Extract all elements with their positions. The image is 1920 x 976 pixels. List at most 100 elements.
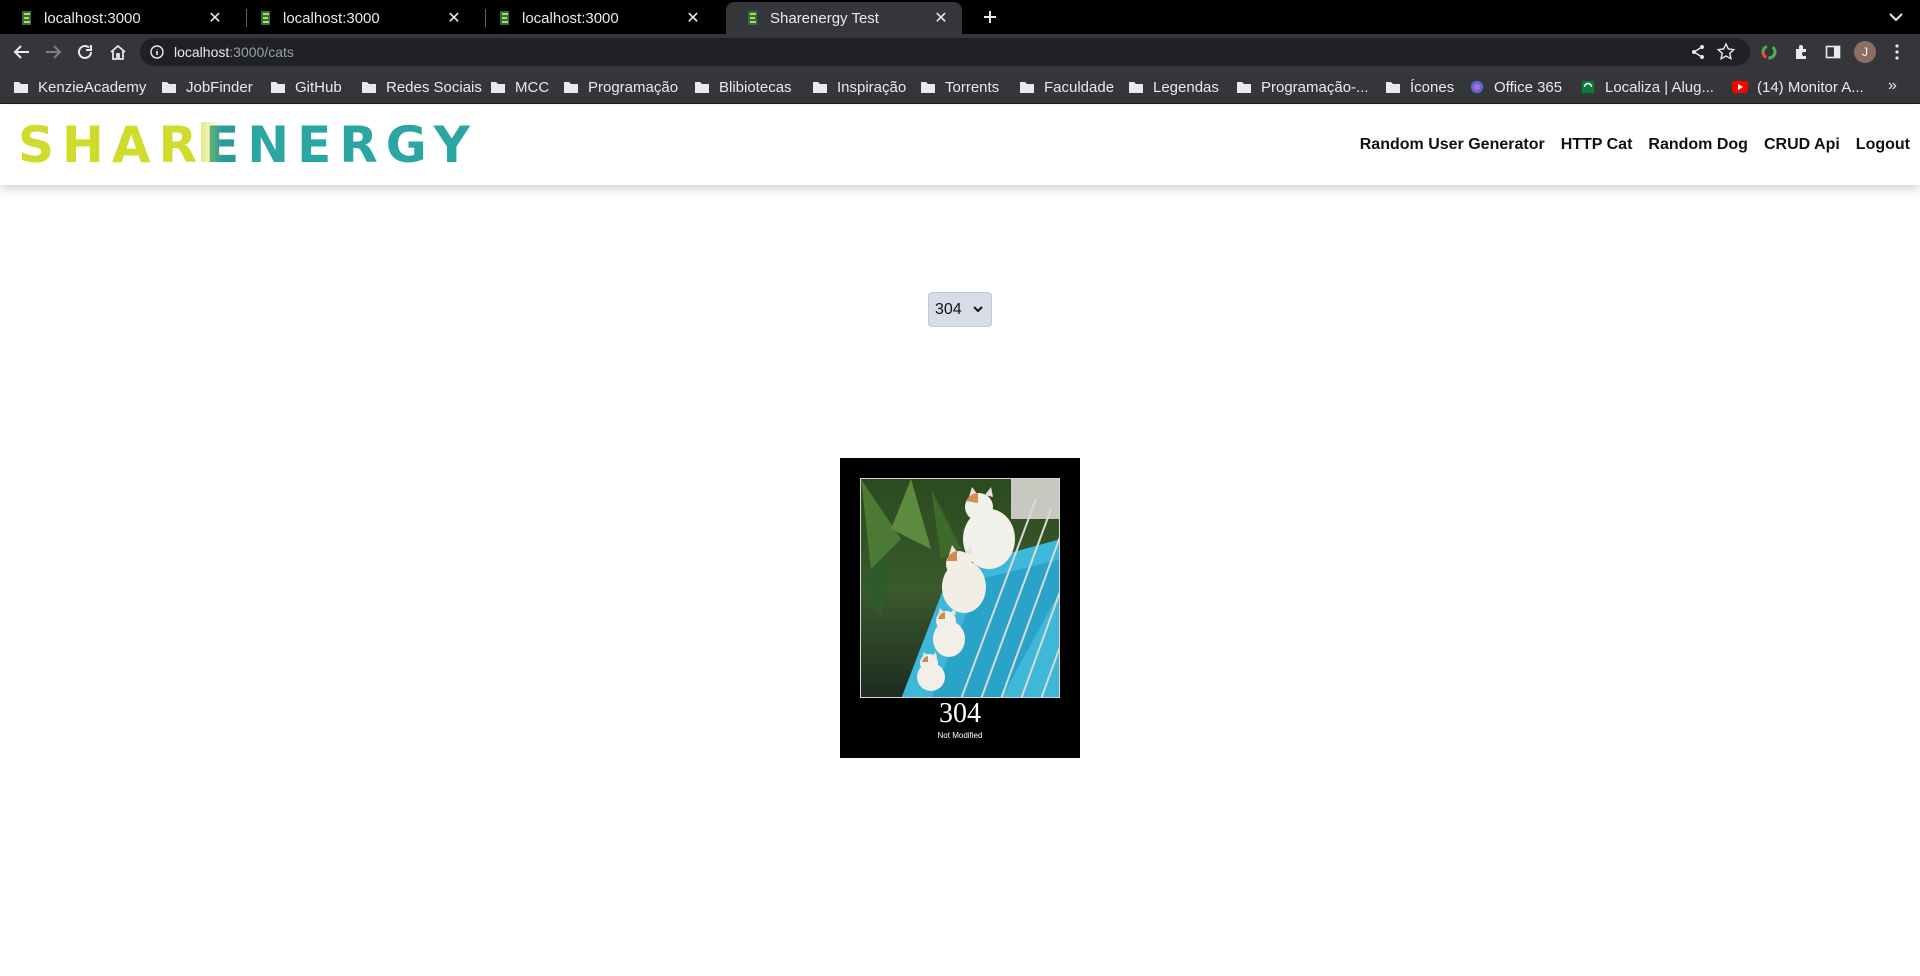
bookmark-github[interactable]: GitHub	[270, 77, 342, 97]
folder-icon	[813, 82, 827, 93]
home-button[interactable]	[106, 40, 130, 64]
bookmark-icones[interactable]: Ícones	[1385, 77, 1454, 97]
tab-search-button[interactable]	[1884, 5, 1908, 29]
side-panel-icon	[1825, 45, 1841, 59]
folder-icon	[271, 82, 285, 93]
localiza-icon	[1581, 80, 1595, 94]
bookmark-redes-sociais[interactable]: Redes Sociais	[361, 77, 482, 97]
main-nav: Random User Generator HTTP Cat Random Do…	[1360, 105, 1910, 185]
bookmark-label: Legendas	[1153, 78, 1219, 96]
bookmark-label: GitHub	[295, 78, 342, 96]
browser-tab[interactable]: localhost:3000 ✕	[239, 2, 475, 34]
logo-text-e: E	[201, 116, 248, 174]
cat-status-code: 304	[939, 698, 981, 729]
address-bar[interactable]: localhost:3000/cats	[140, 38, 1750, 66]
bookmark-label: Ícones	[1410, 78, 1455, 96]
close-icon[interactable]: ✕	[445, 8, 463, 28]
back-button[interactable]	[10, 40, 34, 64]
bookmark-blibiotecas[interactable]: Blibiotecas	[694, 77, 792, 97]
tab-title: localhost:3000	[522, 9, 619, 27]
sharenergy-favicon-icon	[500, 11, 509, 25]
logo-text-share: SHAR	[18, 116, 206, 174]
sharenergy-favicon-icon	[261, 11, 270, 25]
color-wheel-icon	[1761, 44, 1777, 60]
nav-link-random-dog[interactable]: Random Dog	[1648, 136, 1748, 154]
bookmark-youtube[interactable]: (14) Monitor A...	[1732, 77, 1864, 97]
folder-icon	[695, 82, 709, 93]
status-code-select-wrapper: 304	[928, 292, 992, 327]
share-icon[interactable]	[1688, 42, 1708, 62]
bookmark-label: Blibiotecas	[719, 78, 792, 96]
close-icon[interactable]: ✕	[932, 8, 950, 28]
kebab-menu-icon	[1895, 44, 1899, 60]
cat-status-message: Not Modified	[937, 731, 983, 740]
bookmark-label: KenzieAcademy	[38, 78, 147, 96]
app-header: SHAR E NERGY Random User Generator HTTP Ca…	[0, 105, 1920, 185]
browser-tab-active[interactable]: Sharenergy Test ✕	[726, 2, 962, 34]
logo-text-nergy: NERGY	[247, 116, 478, 174]
bookmark-kenzieacademy[interactable]: KenzieAcademy	[13, 77, 146, 97]
page-content: SHAR E NERGY Random User Generator HTTP Ca…	[0, 105, 1920, 976]
bookmark-label: Inspiração	[837, 78, 907, 96]
extension-button[interactable]	[1757, 40, 1781, 64]
folder-icon	[491, 82, 505, 93]
bookmark-localiza[interactable]: Localiza | Alug...	[1580, 77, 1714, 97]
close-icon[interactable]: ✕	[684, 8, 702, 28]
bookmarks-bar: KenzieAcademy JobFinder GitHub Redes Soc…	[0, 70, 1920, 104]
plus-icon	[984, 11, 996, 23]
bookmark-office-365[interactable]: Office 365	[1469, 77, 1562, 97]
url-text: localhost:3000/cats	[174, 44, 294, 60]
status-code-select[interactable]: 304	[928, 292, 992, 327]
arrow-right-icon	[46, 45, 62, 59]
tab-title: localhost:3000	[283, 9, 380, 27]
bookmark-label: Redes Sociais	[386, 78, 482, 96]
forward-button[interactable]	[41, 40, 65, 64]
chevron-down-icon	[1889, 13, 1903, 22]
http-cat-image: 304 Not Modified	[840, 458, 1080, 758]
bookmark-label: (14) Monitor A...	[1757, 78, 1864, 96]
bookmark-inspiracao[interactable]: Inspiração	[812, 77, 906, 97]
close-icon[interactable]: ✕	[206, 8, 224, 28]
profile-button[interactable]: J	[1853, 40, 1877, 64]
bookmark-faculdade[interactable]: Faculdade	[1019, 77, 1114, 97]
browser-tab[interactable]: localhost:3000 ✕	[478, 2, 714, 34]
nav-link-logout[interactable]: Logout	[1856, 136, 1910, 154]
info-icon[interactable]	[150, 45, 164, 59]
bookmark-legendas[interactable]: Legendas	[1128, 77, 1219, 97]
tab-title: Sharenergy Test	[770, 9, 879, 27]
bookmark-label: MCC	[515, 78, 550, 96]
nav-link-random-user-generator[interactable]: Random User Generator	[1360, 136, 1545, 154]
nav-link-http-cat[interactable]: HTTP Cat	[1561, 136, 1633, 154]
folder-icon	[1237, 82, 1251, 93]
nav-link-crud-api[interactable]: CRUD Api	[1764, 136, 1840, 154]
side-panel-button[interactable]	[1821, 40, 1845, 64]
home-icon	[110, 44, 126, 60]
bookmark-programacao[interactable]: Programação	[563, 77, 678, 97]
bookmark-mcc[interactable]: MCC	[490, 77, 549, 97]
sharenergy-favicon-icon	[748, 11, 757, 25]
browser-tab[interactable]: localhost:3000 ✕	[0, 2, 236, 34]
new-tab-button[interactable]	[976, 3, 1004, 31]
arrow-left-icon	[13, 45, 29, 59]
bookmark-label: Office 365	[1494, 78, 1563, 96]
url-host: localhost	[174, 44, 230, 60]
cat-photo	[860, 478, 1060, 698]
reload-button[interactable]	[73, 40, 97, 64]
bookmarks-overflow-button[interactable]: »	[1888, 77, 1897, 95]
star-icon[interactable]	[1716, 42, 1736, 62]
bookmark-label: Torrents	[945, 78, 1000, 96]
bookmark-programacao-2[interactable]: Programação-...	[1236, 77, 1369, 97]
browser-toolbar: localhost:3000/cats J	[0, 34, 1920, 70]
tab-title: localhost:3000	[44, 9, 141, 27]
folder-icon	[564, 82, 578, 93]
bookmark-label: Programação-...	[1261, 78, 1369, 96]
bookmark-jobfinder[interactable]: JobFinder	[161, 77, 253, 97]
extensions-button[interactable]	[1789, 40, 1813, 64]
tab-strip: localhost:3000 ✕ localhost:3000 ✕ localh…	[0, 0, 1920, 34]
menu-button[interactable]	[1885, 40, 1909, 64]
folder-icon	[1386, 82, 1400, 93]
bookmark-torrents[interactable]: Torrents	[920, 77, 999, 97]
sharenergy-logo[interactable]: SHAR E NERGY	[18, 116, 478, 174]
bookmark-label: JobFinder	[186, 78, 253, 96]
folder-icon	[162, 82, 176, 93]
